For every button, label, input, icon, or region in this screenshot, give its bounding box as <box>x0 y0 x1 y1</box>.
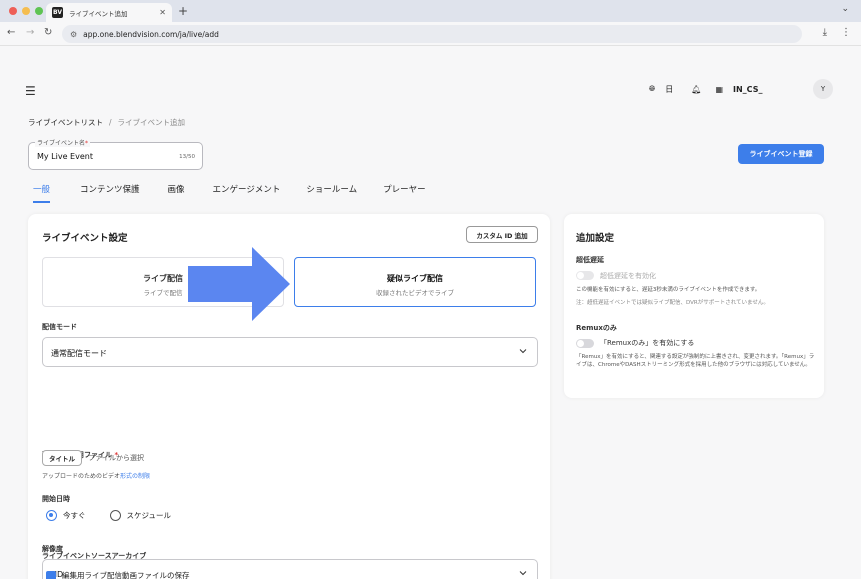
start-time-label: 開始日時 <box>42 495 70 503</box>
delivery-mode-label: 配信モード <box>42 323 77 331</box>
additional-settings-title: 追加設定 <box>576 233 615 244</box>
event-name-counter: 13/50 <box>179 154 195 160</box>
register-live-event-button[interactable]: ライブイベント登録 <box>738 144 824 164</box>
maximize-window-button[interactable] <box>35 7 43 15</box>
url-text: app.one.blendvision.com/ja/live/add <box>83 29 219 39</box>
archive-checkbox-row: 編集用ライブ配信動画ファイルの保存 <box>46 570 190 579</box>
bell-icon[interactable]: 🔔︎ <box>691 85 701 94</box>
remux-label: Remuxのみ <box>576 324 617 332</box>
settings-title: ライブイベント設定 <box>42 233 128 244</box>
tab-general[interactable]: 一般 <box>33 183 51 203</box>
remux-toggle[interactable] <box>576 339 594 348</box>
low-latency-toggle-label: 超低遅延を有効化 <box>600 272 656 280</box>
menu-icon[interactable]: ☰ <box>25 84 36 98</box>
tab-close-icon[interactable]: ✕ <box>159 8 166 17</box>
breadcrumb: ライブイベントリスト / ライブイベント追加 <box>28 117 185 128</box>
low-latency-label: 超低遅延 <box>576 256 604 264</box>
arrow-right-icon <box>188 247 290 321</box>
browser-tab-bar: BV ライブイベント追加 ✕ + ⌄ <box>0 0 861 22</box>
remux-description: 「Remux」を有効にすると、関連する設定が強制的に上書きされ、変更されます。「… <box>576 354 815 368</box>
chevron-down-icon <box>519 571 527 576</box>
site-info-icon[interactable]: ⚙ <box>70 30 77 39</box>
window-controls <box>9 7 43 15</box>
event-name-field[interactable]: ライブイベント名* My Live Event 13/50 <box>28 138 203 170</box>
archive-label: ライブイベントソースアーカイブ <box>42 552 147 560</box>
additional-settings-card: 追加設定 超低遅延 超低遅延を有効化 この機能を有効にすると、遅延3秒未満のライ… <box>564 214 824 398</box>
select-from-file-link[interactable]: ファイルから選択 <box>88 453 144 463</box>
archive-checkbox[interactable] <box>46 570 56 579</box>
add-custom-id-button[interactable]: カスタム ID 追加 <box>466 226 538 243</box>
archive-checkbox-label[interactable]: 編集用ライブ配信動画ファイルの保存 <box>62 570 190 579</box>
address-bar[interactable]: ⚙ app.one.blendvision.com/ja/live/add <box>62 25 802 43</box>
building-icon[interactable]: ▦ <box>715 85 723 94</box>
option-pseudo-live[interactable]: 疑似ライブ配信 収録されたビデオでライブ <box>294 257 536 307</box>
event-name-value[interactable]: My Live Event <box>37 152 93 161</box>
browser-menu-icon[interactable]: ⋮ <box>841 27 851 38</box>
new-tab-icon[interactable]: + <box>178 4 188 18</box>
low-latency-note: 注：超低遅延イベントでは疑似ライブ配信、DVRがサポートされていません。 <box>576 300 769 306</box>
radio-now-label[interactable]: 今すぐ <box>63 510 86 521</box>
toolbar-actions: ⤓ ⋮ <box>823 27 851 38</box>
radio-schedule[interactable] <box>109 510 121 521</box>
header-actions: 🌐︎ 日 🔔︎ ▦ IN_CS_ Y <box>649 79 833 99</box>
browser-toolbar: ← → ↻ ⚙ app.one.blendvision.com/ja/live/… <box>0 22 861 46</box>
favicon-icon: BV <box>52 7 63 18</box>
forward-icon[interactable]: → <box>26 27 34 38</box>
option-pseudo-title: 疑似ライブ配信 <box>387 274 443 283</box>
upload-help-text: アップロードのためのビデオ形式の制限 <box>42 473 151 480</box>
avatar[interactable]: Y <box>813 79 833 99</box>
app-content: ☰ 🌐︎ 日 🔔︎ ▦ IN_CS_ Y ライブイベントリスト / ライブイベント追… <box>0 67 861 579</box>
low-latency-description: この機能を有効にすると、遅延3秒未満のライブイベントを作成できます。 <box>576 287 761 293</box>
radio-schedule-label[interactable]: スケジュール <box>127 510 171 521</box>
breadcrumb-separator: / <box>109 118 112 127</box>
low-latency-toggle[interactable] <box>576 271 594 280</box>
delivery-mode-select[interactable]: 通常配信モード <box>42 337 538 367</box>
browser-tab[interactable]: BV ライブイベント追加 ✕ <box>46 3 172 22</box>
tab-images[interactable]: 画像 <box>168 183 185 203</box>
live-event-settings-card: ライブイベント設定 カスタム ID 追加 ライブ配信 ライブで配信 疑似ライブ配… <box>28 214 550 579</box>
tab-list-chevron-icon[interactable]: ⌄ <box>841 4 849 14</box>
globe-icon[interactable]: 🌐︎ <box>649 84 655 94</box>
tab-engagement[interactable]: エンゲージメント <box>213 183 281 203</box>
minimize-window-button[interactable] <box>22 7 30 15</box>
language-label[interactable]: 日 <box>665 84 673 95</box>
download-icon[interactable]: ⤓ <box>823 27 827 38</box>
option-pseudo-subtitle: 収録されたビデオでライブ <box>376 289 454 297</box>
reload-icon[interactable]: ↻ <box>44 27 52 38</box>
close-window-button[interactable] <box>9 7 17 15</box>
delivery-mode-value: 通常配信モード <box>51 349 107 358</box>
format-limits-link[interactable]: 形式の制限 <box>120 473 150 480</box>
title-button[interactable]: タイトル <box>42 450 82 466</box>
breadcrumb-root[interactable]: ライブイベントリスト <box>28 118 103 127</box>
tab-player[interactable]: プレーヤー <box>383 183 426 203</box>
breadcrumb-current: ライブイベント追加 <box>117 118 186 127</box>
tab-bar: 一般 コンテンツ保護 画像 エンゲージメント ショールーム プレーヤー <box>28 183 426 203</box>
event-name-label: ライブイベント名* <box>35 138 91 147</box>
back-icon[interactable]: ← <box>7 27 15 38</box>
org-name[interactable]: IN_CS_ <box>733 85 803 94</box>
radio-now[interactable] <box>46 510 57 521</box>
chevron-down-icon <box>519 349 527 354</box>
tab-content-protection[interactable]: コンテンツ保護 <box>80 183 140 203</box>
remux-toggle-label: 「Remuxのみ」を有効にする <box>600 339 695 347</box>
start-time-options: 今すぐ スケジュール <box>46 510 171 521</box>
tab-title: ライブイベント追加 <box>69 9 128 18</box>
tab-showroom[interactable]: ショールーム <box>306 183 357 203</box>
